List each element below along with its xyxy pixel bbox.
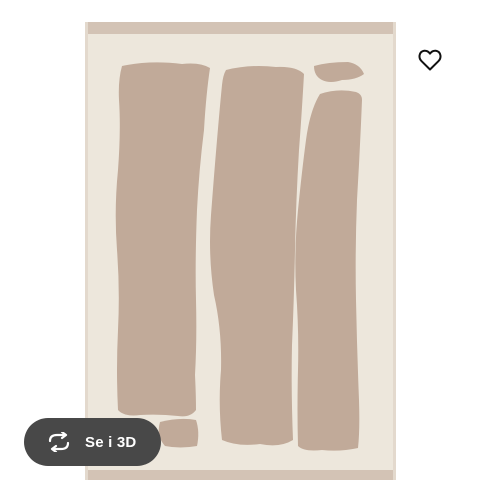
rug-image [85, 22, 396, 480]
rug-top-band [85, 22, 396, 34]
view-3d-button[interactable]: Se i 3D [24, 418, 161, 466]
rug-bottom-band [85, 470, 396, 480]
heart-outline-icon [418, 49, 442, 71]
rug-left-border [85, 22, 88, 480]
rug-pattern-blob-bottom-left [158, 418, 199, 448]
view-3d-label: Se i 3D [85, 433, 137, 451]
rotate-3d-icon [45, 431, 73, 453]
favorite-button[interactable] [412, 42, 448, 78]
rug-pattern-stripe-center [210, 66, 304, 446]
product-gallery: Se i 3D [0, 0, 480, 480]
rug-right-border [393, 22, 396, 480]
